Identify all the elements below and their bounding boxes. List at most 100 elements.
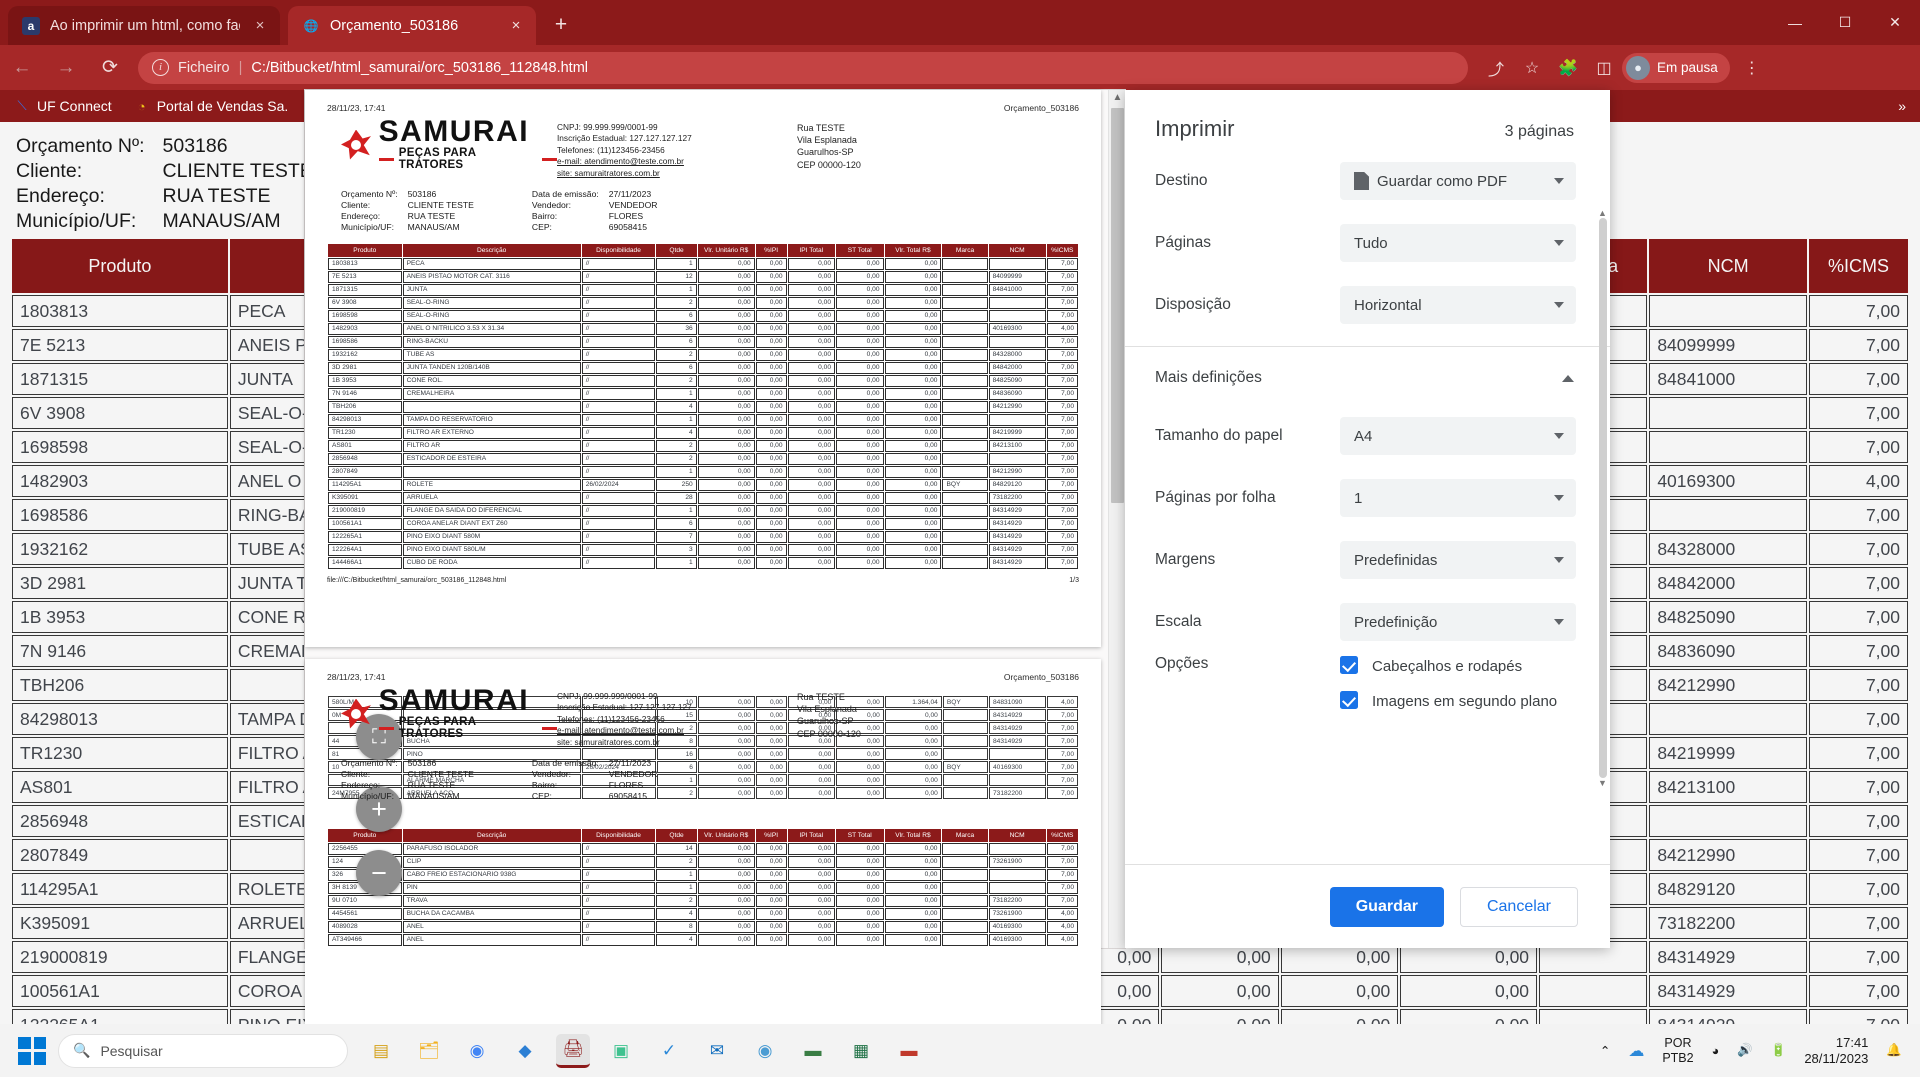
margins-select[interactable]: Predefinidas bbox=[1340, 541, 1576, 579]
browser-tab-inactive[interactable]: a Ao imprimir um html, como faço × bbox=[8, 6, 280, 45]
table-row: 122265A1PINO EIXO DIANT 580M//70,000,000… bbox=[328, 530, 1078, 543]
checkbox-headers-footers[interactable] bbox=[1340, 656, 1358, 674]
widgets-icon[interactable]: ▤ bbox=[364, 1034, 398, 1068]
share-icon[interactable]: ⤴ bbox=[1478, 56, 1514, 80]
tray-chevron-icon[interactable]: ⌃ bbox=[1600, 1043, 1610, 1058]
start-button-icon[interactable] bbox=[18, 1036, 46, 1065]
margins-value: Predefinidas bbox=[1354, 551, 1438, 569]
table-cell: 0,00 bbox=[697, 517, 755, 530]
table-cell bbox=[988, 881, 1046, 894]
store-icon[interactable]: ▣ bbox=[604, 1034, 638, 1068]
wifi-icon[interactable]: ◕ bbox=[1712, 1044, 1720, 1058]
address-bar[interactable]: i Ficheiro | C:/Bitbucket/html_samurai/o… bbox=[138, 51, 1468, 84]
table-row: 1803813PECA//10,000,000,000,000,007,00 bbox=[328, 257, 1078, 270]
close-icon[interactable]: × bbox=[506, 17, 526, 34]
bookmark-portal-vendas[interactable]: ◔ Portal de Vendas Sa. bbox=[134, 98, 288, 114]
extensions-icon[interactable]: 🧩 bbox=[1550, 58, 1586, 78]
pages-per-sheet-row: Páginas por folha 1 bbox=[1125, 467, 1610, 529]
table-cell: 0,00 bbox=[755, 296, 787, 309]
close-window-icon[interactable]: ✕ bbox=[1875, 14, 1915, 31]
company-site[interactable]: site: samuraitratores.com.br bbox=[557, 168, 797, 179]
print-preview-icon[interactable]: 🖨 bbox=[556, 1033, 590, 1068]
checkbox-background-images[interactable] bbox=[1340, 691, 1358, 709]
minimize-icon[interactable]: — bbox=[1775, 15, 1815, 31]
table-cell: 0,00 bbox=[836, 387, 884, 400]
outlook-icon[interactable]: ✉ bbox=[700, 1034, 734, 1068]
bookmarks-overflow-icon[interactable]: » bbox=[1898, 98, 1920, 114]
company-email[interactable]: e-mail: atendimento@teste.com.br bbox=[557, 725, 797, 736]
table-cell: // bbox=[581, 439, 656, 452]
table-cell: 0,00 bbox=[836, 920, 884, 933]
company-site[interactable]: site: samuraitratores.com.br bbox=[557, 737, 797, 748]
cancel-button[interactable]: Cancelar bbox=[1459, 886, 1578, 927]
clock[interactable]: 17:41 28/11/2023 bbox=[1804, 1035, 1868, 1067]
todo-icon[interactable]: ✓ bbox=[652, 1034, 686, 1068]
vscode-icon[interactable]: ◆ bbox=[508, 1034, 542, 1068]
option-label: Imagens em segundo plano bbox=[1372, 693, 1558, 710]
scrollbar-thumb[interactable] bbox=[1598, 218, 1607, 778]
field-label: Data de emissão: bbox=[531, 757, 599, 768]
table-cell bbox=[988, 257, 1046, 270]
scale-select[interactable]: Predefinição bbox=[1340, 603, 1576, 641]
pages-select[interactable]: Tudo bbox=[1340, 224, 1576, 262]
language-indicator[interactable]: POR PTB2 bbox=[1662, 1036, 1693, 1066]
browser-tab-active[interactable]: 🌐 Orçamento_503186 × bbox=[288, 6, 536, 45]
new-tab-button[interactable]: + bbox=[548, 13, 574, 39]
preview-scrollbar[interactable]: ▲ bbox=[1108, 90, 1125, 948]
option-headers-footers[interactable]: Cabeçalhos e rodapés bbox=[1340, 656, 1576, 677]
forward-icon[interactable]: → bbox=[44, 57, 88, 79]
paper-size-label: Tamanho do papel bbox=[1155, 427, 1283, 444]
notification-bell-icon[interactable]: 🔔 bbox=[1886, 1043, 1902, 1058]
file-explorer-icon[interactable]: 🗂 bbox=[412, 1034, 446, 1068]
pdf-icon[interactable]: ▬ bbox=[892, 1034, 926, 1068]
more-settings-toggle[interactable]: Mais definições bbox=[1125, 347, 1610, 405]
doc-ref: Orçamento_503186 bbox=[1003, 103, 1079, 113]
table-cell bbox=[988, 309, 1046, 322]
paper-size-select[interactable]: A4 bbox=[1340, 417, 1576, 455]
layout-select[interactable]: Horizontal bbox=[1340, 286, 1576, 324]
table-cell: ANEL O NITRILICO 3.53 X 31.34 bbox=[402, 322, 581, 335]
battery-icon[interactable]: 🔋 bbox=[1771, 1043, 1787, 1058]
destination-value: Guardar como PDF bbox=[1377, 172, 1508, 190]
chrome-icon[interactable]: ◉ bbox=[460, 1034, 494, 1068]
pages-per-sheet-select[interactable]: 1 bbox=[1340, 479, 1576, 517]
save-button[interactable]: Guardar bbox=[1329, 886, 1444, 927]
excel-icon[interactable]: ▦ bbox=[844, 1034, 878, 1068]
option-background-images[interactable]: Imagens em segundo plano bbox=[1340, 691, 1576, 712]
profile-button[interactable]: ● Em pausa bbox=[1622, 52, 1730, 83]
scroll-up-icon[interactable]: ▲ bbox=[1597, 208, 1608, 218]
volume-icon[interactable]: 🔊 bbox=[1737, 1043, 1753, 1058]
column-header: Descrição bbox=[402, 828, 581, 842]
company-tagline: PEÇAS PARA TRATORES bbox=[398, 716, 476, 740]
browser-menu-icon[interactable]: ⋮ bbox=[1734, 58, 1770, 78]
bookmark-uf-connect[interactable]: ⟍ UF Connect bbox=[14, 98, 111, 114]
scroll-up-icon[interactable]: ▲ bbox=[1112, 93, 1123, 104]
table-row: 4089028 ANEL//8 0,00 0,00 0,00 0,00 0,00 401693… bbox=[328, 920, 1078, 933]
side-panel-icon[interactable]: ◫ bbox=[1586, 58, 1622, 78]
back-icon[interactable]: ← bbox=[0, 57, 44, 79]
site-info-icon[interactable]: i bbox=[152, 59, 169, 76]
field-value: CLIENTE TESTE bbox=[407, 768, 474, 779]
footer-page-number: 1/3 bbox=[1069, 576, 1079, 584]
scroll-down-icon[interactable]: ▼ bbox=[1597, 778, 1608, 788]
table-cell: 219000819 bbox=[328, 504, 402, 517]
terminal-icon[interactable]: ▬ bbox=[796, 1034, 830, 1068]
scrollbar-thumb[interactable] bbox=[1111, 108, 1124, 503]
table-cell: 0,00 bbox=[697, 400, 755, 413]
cloud-icon[interactable]: ☁ bbox=[1628, 1041, 1644, 1061]
destination-select[interactable]: Guardar como PDF bbox=[1340, 162, 1576, 200]
reload-icon[interactable]: ⟳ bbox=[88, 56, 132, 79]
field-label: CEP: bbox=[531, 791, 552, 802]
maximize-icon[interactable]: ☐ bbox=[1825, 14, 1865, 31]
zoom-out-button[interactable]: − bbox=[356, 850, 402, 896]
bookmark-star-icon[interactable]: ☆ bbox=[1514, 58, 1550, 78]
company-email[interactable]: e-mail: atendimento@teste.com.br bbox=[557, 156, 797, 167]
table-cell: 2 bbox=[656, 348, 697, 361]
taskbar-search[interactable]: 🔍 Pesquisar bbox=[58, 1033, 348, 1068]
table-cell: 0,00 bbox=[755, 855, 787, 868]
options-label: Opções bbox=[1155, 655, 1209, 672]
dialog-scrollbar[interactable]: ▲ ▼ bbox=[1597, 208, 1608, 864]
chevron-up-icon bbox=[1562, 374, 1574, 382]
maps-icon[interactable]: ◉ bbox=[748, 1034, 782, 1068]
close-icon[interactable]: × bbox=[250, 17, 270, 34]
